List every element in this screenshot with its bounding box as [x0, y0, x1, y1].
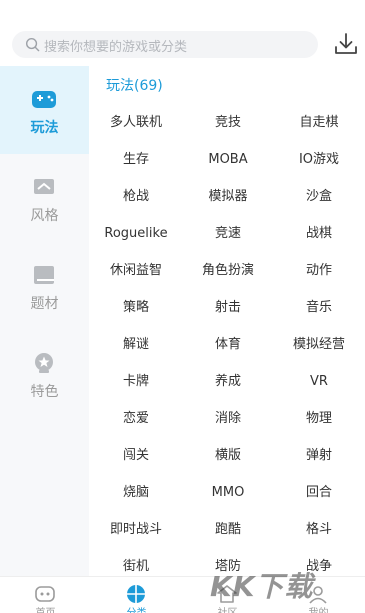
star-badge-icon	[35, 353, 53, 373]
tab-label: 社区	[182, 604, 273, 613]
category-item[interactable]: 养成	[182, 363, 274, 400]
category-item[interactable]: VR	[273, 363, 365, 400]
category-item[interactable]: 模拟器	[182, 178, 274, 215]
search-input[interactable]: 搜索你想要的游戏或分类	[12, 31, 318, 58]
tab-label: 我的	[273, 604, 364, 613]
category-item[interactable]: 体育	[182, 326, 274, 363]
tab-home[interactable]: 首页	[0, 577, 91, 613]
tab-label: 首页	[0, 604, 91, 613]
category-item[interactable]: 物理	[273, 400, 365, 437]
search-placeholder: 搜索你想要的游戏或分类	[44, 40, 188, 55]
sidebar-item-style[interactable]: 风格	[0, 154, 89, 242]
category-item[interactable]: 模拟经营	[273, 326, 365, 363]
category-item[interactable]: 格斗	[273, 511, 365, 548]
book-icon	[34, 266, 54, 284]
category-item[interactable]: 竞技	[182, 104, 274, 141]
tab-category[interactable]: 分类	[91, 577, 182, 613]
search-icon	[25, 37, 40, 52]
category-item[interactable]: Roguelike	[90, 215, 182, 252]
category-item[interactable]: 即时战斗	[90, 511, 182, 548]
category-item[interactable]: 休闲益智	[90, 252, 182, 289]
category-item[interactable]: 回合	[273, 474, 365, 511]
category-item[interactable]: 弹射	[273, 437, 365, 474]
top-bar: 搜索你想要的游戏或分类	[0, 0, 365, 66]
category-item[interactable]: 枪战	[90, 178, 182, 215]
sidebar-item-theme[interactable]: 题材	[0, 242, 89, 330]
style-icon	[34, 179, 54, 194]
category-item[interactable]: 生存	[90, 141, 182, 178]
watermark-logo: KK下载	[210, 570, 314, 603]
category-item[interactable]: 闯关	[90, 437, 182, 474]
sidebar-item-label: 题材	[30, 296, 59, 312]
category-item[interactable]: 烧脑	[90, 474, 182, 511]
category-item[interactable]: 音乐	[273, 289, 365, 326]
category-item[interactable]: 自走棋	[273, 104, 365, 141]
category-item[interactable]: 沙盒	[273, 178, 365, 215]
sidebar-item-label: 玩法	[30, 120, 59, 136]
category-item[interactable]: MMO	[182, 474, 274, 511]
home-game-icon	[35, 586, 55, 602]
category-item[interactable]: IO游戏	[273, 141, 365, 178]
category-item[interactable]: 卡牌	[90, 363, 182, 400]
category-item[interactable]: 解谜	[90, 326, 182, 363]
tab-label: 分类	[91, 604, 182, 613]
category-item[interactable]: 消除	[182, 400, 274, 437]
category-item[interactable]: 动作	[273, 252, 365, 289]
category-item[interactable]: 恋爱	[90, 400, 182, 437]
gamepad-icon	[32, 91, 56, 108]
sidebar-item-gameplay[interactable]: 玩法	[0, 66, 89, 154]
sidebar-item-feature[interactable]: 特色	[0, 330, 89, 418]
category-sidebar: 玩法 风格 题材 特色	[0, 66, 89, 576]
category-item[interactable]: 竞速	[182, 215, 274, 252]
category-item[interactable]: 战棋	[273, 215, 365, 252]
category-icon	[127, 585, 145, 603]
category-item[interactable]: MOBA	[182, 141, 274, 178]
category-item[interactable]: 多人联机	[90, 104, 182, 141]
category-item[interactable]: 角色扮演	[182, 252, 274, 289]
category-item[interactable]: 横版	[182, 437, 274, 474]
sidebar-item-label: 特色	[30, 384, 59, 400]
section-title: 玩法(69)	[106, 78, 163, 94]
download-icon[interactable]	[333, 31, 359, 57]
category-item[interactable]: 策略	[90, 289, 182, 326]
category-item[interactable]: 射击	[182, 289, 274, 326]
sidebar-item-label: 风格	[30, 208, 59, 224]
category-item[interactable]: 跑酷	[182, 511, 274, 548]
